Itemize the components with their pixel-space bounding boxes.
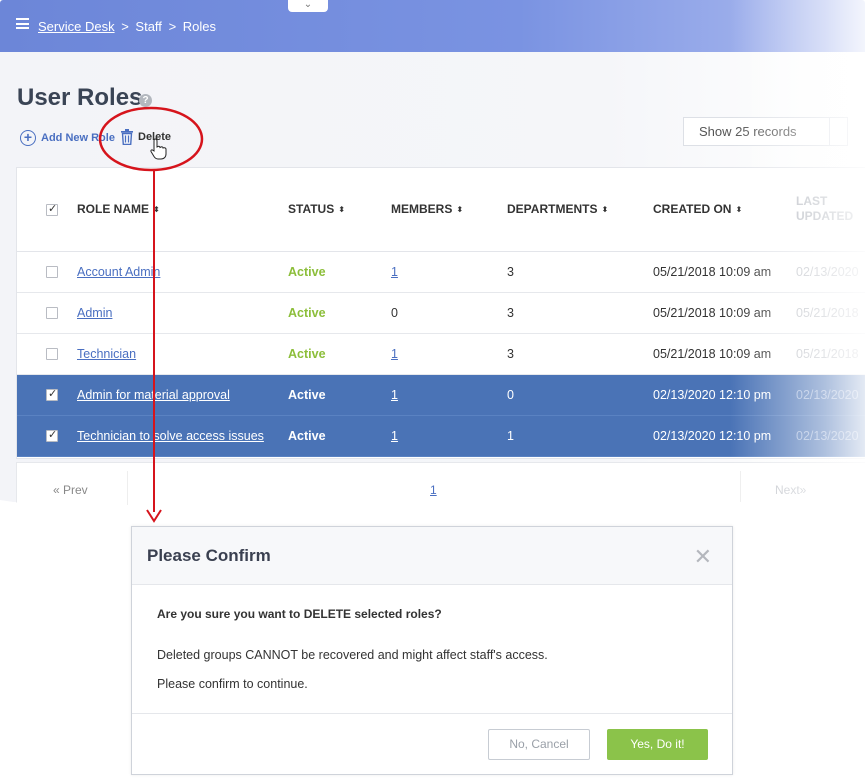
created-on: 05/21/2018 10:09 am: [653, 347, 772, 361]
last-updated: 05/21/2018: [796, 306, 859, 320]
members-count: 0: [391, 306, 398, 320]
members-link[interactable]: 1: [391, 429, 398, 443]
table-row-selected[interactable]: Admin for material approval Active 1 0 0…: [17, 375, 865, 416]
chevron-down-icon[interactable]: ⌄: [288, 0, 328, 12]
page-number-link[interactable]: 1: [430, 483, 437, 497]
last-updated: 02/13/2020: [796, 388, 859, 402]
status-badge: Active: [288, 347, 326, 361]
column-role-name[interactable]: ROLE NAME ⬍: [77, 202, 160, 216]
dialog-header: Please Confirm ✕: [132, 527, 732, 585]
row-checkbox[interactable]: [46, 348, 58, 360]
created-on: 05/21/2018 10:09 am: [653, 306, 772, 320]
members-link[interactable]: 1: [391, 347, 398, 361]
status-badge: Active: [288, 306, 326, 320]
column-last-updated[interactable]: LAST UPDATED: [796, 194, 853, 224]
departments-count: 3: [507, 306, 514, 320]
last-updated: 02/13/2020: [796, 429, 859, 443]
prev-page-button[interactable]: « Prev: [53, 483, 88, 497]
table-row[interactable]: Account Admin Active 1 3 05/21/2018 10:0…: [17, 252, 865, 293]
column-created-on[interactable]: CREATED ON ⬍: [653, 202, 742, 216]
records-per-page-value: Show 25 records: [699, 124, 797, 139]
chevron-down-icon[interactable]: [829, 118, 847, 145]
divider: [740, 471, 741, 505]
role-name-link[interactable]: Technician: [77, 347, 136, 361]
column-status[interactable]: STATUS ⬍: [288, 202, 345, 216]
status-badge: Active: [288, 265, 326, 279]
table-row[interactable]: Technician Active 1 3 05/21/2018 10:09 a…: [17, 334, 865, 375]
help-icon[interactable]: ?: [139, 94, 152, 107]
dialog-question: Are you sure you want to DELETE selected…: [157, 607, 442, 621]
sort-icon[interactable]: ⬍: [601, 205, 608, 214]
column-members[interactable]: MEMBERS ⬍: [391, 202, 463, 216]
row-checkbox[interactable]: [46, 428, 58, 442]
menu-icon[interactable]: [16, 18, 29, 29]
created-on: 02/13/2020 12:10 pm: [653, 388, 772, 402]
created-on: 02/13/2020 12:10 pm: [653, 429, 772, 443]
breadcrumb-roles: Roles: [182, 19, 217, 34]
row-checkbox[interactable]: [46, 307, 58, 319]
sort-icon[interactable]: ⬍: [153, 205, 160, 214]
departments-count: 3: [507, 265, 514, 279]
sort-icon[interactable]: ⬍: [338, 205, 345, 214]
role-name-link[interactable]: Account Admin: [77, 265, 160, 279]
row-checkbox[interactable]: [46, 266, 58, 278]
confirm-button[interactable]: Yes, Do it!: [607, 729, 708, 760]
sort-icon[interactable]: ⬍: [456, 205, 463, 214]
pagination: « Prev 1 Next»: [16, 462, 865, 514]
breadcrumb: Service Desk > Staff > Roles: [38, 19, 216, 34]
breadcrumb-separator: >: [168, 19, 177, 34]
cancel-button[interactable]: No, Cancel: [488, 729, 590, 760]
departments-count: 0: [507, 388, 514, 402]
status-badge: Active: [288, 388, 326, 402]
dialog-warning: Deleted groups CANNOT be recovered and m…: [157, 648, 548, 662]
close-icon[interactable]: ✕: [694, 544, 712, 570]
breadcrumb-service-desk[interactable]: Service Desk: [38, 19, 115, 34]
page-title: User Roles: [17, 84, 143, 111]
delete-button[interactable]: Delete: [120, 129, 171, 145]
sort-icon[interactable]: ⬍: [735, 205, 742, 214]
column-departments[interactable]: DEPARTMENTS ⬍: [507, 202, 608, 216]
confirm-dialog: Please Confirm ✕ Are you sure you want t…: [131, 526, 733, 775]
role-name-link[interactable]: Technician to solve access issues: [77, 429, 264, 443]
breadcrumb-separator: >: [121, 19, 129, 34]
role-name-link[interactable]: Admin for material approval: [77, 388, 230, 402]
add-circle-icon: +: [20, 130, 36, 146]
members-link[interactable]: 1: [391, 265, 398, 279]
departments-count: 3: [507, 347, 514, 361]
divider: [127, 471, 128, 505]
dialog-instruction: Please confirm to continue.: [157, 677, 308, 691]
roles-table: ROLE NAME⬍ STATUS⬍ MEMBERS⬍ DEPARTMENTS⬍…: [16, 167, 865, 459]
role-name-link[interactable]: Admin: [77, 306, 112, 320]
add-new-role-button[interactable]: + Add New Role: [20, 130, 115, 146]
top-bar: Service Desk > Staff > Roles ⌄: [0, 0, 865, 52]
table-header: ROLE NAME⬍ STATUS⬍ MEMBERS⬍ DEPARTMENTS⬍…: [17, 168, 865, 252]
trash-icon: [121, 129, 133, 145]
next-page-button[interactable]: Next»: [775, 483, 806, 497]
dialog-footer-divider: [132, 713, 732, 714]
add-new-role-label: Add New Role: [41, 132, 115, 144]
last-updated: 05/21/2018: [796, 347, 859, 361]
delete-label: Delete: [138, 131, 172, 143]
table-row[interactable]: Admin Active 0 3 05/21/2018 10:09 am 05/…: [17, 293, 865, 334]
breadcrumb-staff[interactable]: Staff: [135, 19, 162, 34]
status-badge: Active: [288, 429, 326, 443]
records-per-page-select[interactable]: Show 25 records: [683, 117, 848, 146]
created-on: 05/21/2018 10:09 am: [653, 265, 772, 279]
table-row-selected[interactable]: Technician to solve access issues Active…: [17, 416, 865, 457]
members-link[interactable]: 1: [391, 388, 398, 402]
row-checkbox[interactable]: [46, 387, 58, 401]
departments-count: 1: [507, 429, 514, 443]
last-updated: 02/13/2020: [796, 265, 859, 279]
dialog-title: Please Confirm: [147, 546, 271, 565]
select-all-checkbox[interactable]: [46, 202, 58, 216]
